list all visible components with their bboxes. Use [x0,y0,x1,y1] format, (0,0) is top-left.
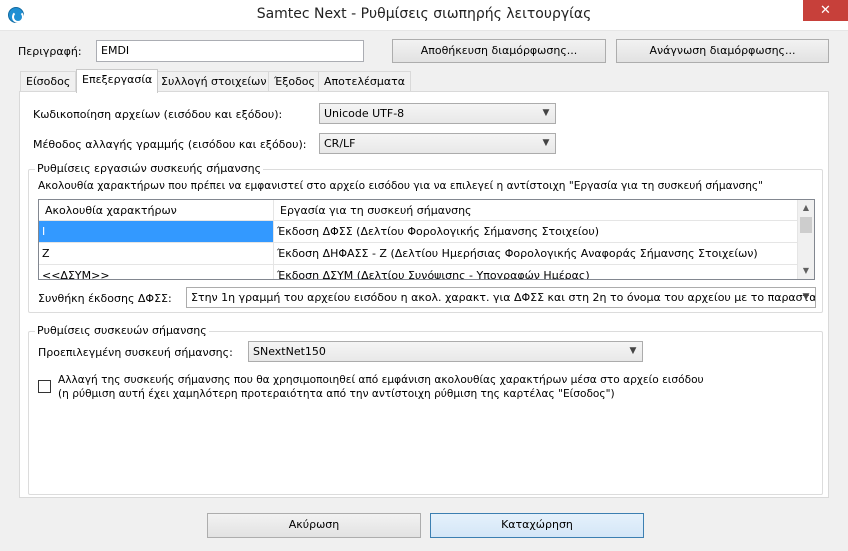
chevron-down-icon: ▼ [802,292,810,302]
default-device-select[interactable]: SNextNet150 ▼ [248,341,643,362]
table-row[interactable]: <<ΔΣΥΜ>> Έκδοση ΔΣΥΜ (Δελτίου Συνόψισης … [39,265,798,279]
tab-data-collection[interactable]: Συλλογή στοιχείων [155,71,273,91]
devices-group-title: Ρυθμίσεις συσκευών σήμανσης [35,324,209,337]
condition-label: Συνθήκη έκδοσης ΔΦΣΣ: [38,292,172,305]
cancel-button[interactable]: Ακύρωση [207,513,421,538]
newline-label: Μέθοδος αλλαγής γραμμής (εισόδου και εξό… [33,138,307,151]
description-input[interactable]: EMDI [96,40,364,62]
scroll-thumb[interactable] [800,217,812,233]
encoding-value: Unicode UTF-8 [324,107,405,120]
table-cell-sequence[interactable]: <<ΔΣΥΜ>> [39,265,274,279]
condition-select[interactable]: Στην 1η γραμμή του αρχείου εισόδου η ακο… [186,287,816,308]
scroll-down-icon[interactable]: ▼ [798,263,814,279]
vertical-scrollbar[interactable]: ▲ ▼ [797,200,814,279]
column-header-sequence[interactable]: Ακολουθία χαρακτήρων [39,200,274,221]
default-device-value: SNextNet150 [253,345,326,358]
tab-results[interactable]: Αποτελέσματα [318,71,411,91]
save-configuration-button[interactable]: Αποθήκευση διαμόρφωσης... [392,39,606,63]
tab-input[interactable]: Είσοδος [20,71,77,91]
table-cell-task[interactable]: Έκδοση ΔΣΥΜ (Δελτίου Συνόψισης - Υπογραφ… [274,265,798,279]
table-cell-sequence[interactable]: I [39,221,274,243]
newline-value: CR/LF [324,137,356,150]
chevron-down-icon: ▼ [629,346,637,356]
table-row[interactable]: I Έκδοση ΔΦΣΣ (Δελτίου Φορολογικής Σήμαν… [39,221,798,243]
chevron-down-icon: ▼ [542,138,550,148]
description-label: Περιγραφή: [18,45,82,58]
alt-device-label-line2: (η ρύθμιση αυτή έχει χαμηλότερη προτεραι… [58,388,615,400]
table-cell-task[interactable]: Έκδοση ΔΦΣΣ (Δελτίου Φορολογικής Σήμανση… [274,221,798,243]
table-cell-sequence[interactable]: Z [39,243,274,265]
title-bar: Samtec Next - Ρυθμίσεις σιωπηρής λειτουρ… [0,0,848,31]
tab-processing[interactable]: Επεξεργασία [76,69,159,93]
table-cell-task[interactable]: Έκδοση ΔΗΦΑΣΣ - Ζ (Δελτίου Ημερήσιας Φορ… [274,243,798,265]
default-device-label: Προεπιλεγμένη συσκευή σήμανσης: [38,346,233,359]
encoding-select[interactable]: Unicode UTF-8 ▼ [319,103,556,124]
tab-output[interactable]: Έξοδος [268,71,321,91]
newline-select[interactable]: CR/LF ▼ [319,133,556,154]
alt-device-label-line1: Αλλαγή της συσκευής σήμανσης που θα χρησ… [58,374,704,386]
chevron-down-icon: ▼ [542,108,550,118]
tasks-group-title: Ρυθμίσεις εργασιών συσκευής σήμανσης [35,162,264,175]
table-row[interactable]: Z Έκδοση ΔΗΦΑΣΣ - Ζ (Δελτίου Ημερήσιας Φ… [39,243,798,265]
encoding-label: Κωδικοποίηση αρχείων (εισόδου και εξόδου… [33,108,283,121]
window-title: Samtec Next - Ρυθμίσεις σιωπηρής λειτουρ… [256,6,592,22]
close-button[interactable]: ✕ [803,0,848,21]
column-header-task[interactable]: Εργασία για τη συσκευή σήμανσης [274,200,798,221]
alt-device-checkbox[interactable] [38,380,51,393]
condition-value: Στην 1η γραμμή του αρχείου εισόδου η ακο… [191,291,816,304]
scroll-up-icon[interactable]: ▲ [798,200,814,216]
tasks-table[interactable]: Ακολουθία χαρακτήρων Εργασία για τη συσκ… [38,199,815,280]
submit-button[interactable]: Καταχώρηση [430,513,644,538]
tasks-description: Ακολουθία χαρακτήρων που πρέπει να εμφαν… [38,180,764,192]
load-configuration-button[interactable]: Ανάγνωση διαμόρφωσης... [616,39,829,63]
